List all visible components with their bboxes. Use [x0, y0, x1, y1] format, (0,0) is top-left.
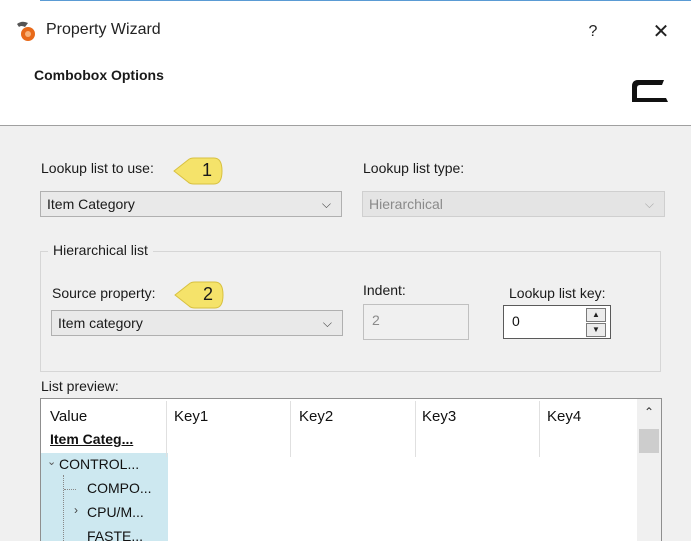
indent-field: 2	[363, 304, 469, 340]
column-header-key3[interactable]: Key3	[422, 408, 456, 425]
lookup-list-value: Item Category	[47, 196, 135, 212]
lookup-list-label: Lookup list to use:	[41, 160, 154, 176]
chevron-down-icon[interactable]: ⌄	[47, 455, 56, 468]
source-property-select[interactable]: Item category ⌵	[51, 310, 343, 336]
lookup-key-value: 0	[512, 313, 520, 329]
brand-logo-icon	[632, 80, 668, 102]
callout-2	[174, 281, 224, 309]
column-separator	[415, 401, 416, 457]
source-property-label: Source property:	[52, 285, 156, 301]
chevron-right-icon[interactable]: ›	[74, 503, 78, 517]
source-property-value: Item category	[58, 315, 143, 331]
hierarchical-group-label: Hierarchical list	[48, 242, 153, 258]
tree-guide-line	[64, 489, 76, 491]
column-separator	[166, 401, 167, 457]
chevron-down-icon: ⌵	[321, 197, 331, 211]
column-header-key4[interactable]: Key4	[547, 408, 581, 425]
indent-label: Indent:	[363, 282, 406, 298]
app-icon	[17, 21, 35, 41]
callout-1	[173, 157, 223, 185]
window-top-border	[40, 0, 691, 1]
lookup-list-select[interactable]: Item Category ⌵	[40, 191, 342, 217]
tree-item-cpu[interactable]: CPU/M...	[87, 504, 144, 520]
callout-2-number: 2	[203, 284, 214, 304]
chevron-down-icon: ⌵	[644, 197, 654, 211]
callout-1-number: 1	[202, 160, 213, 180]
chevron-down-icon: ⌵	[322, 316, 332, 330]
chevron-up-icon[interactable]: ⌃	[640, 405, 658, 419]
lookup-type-value: Hierarchical	[369, 196, 443, 212]
column-header-key1[interactable]: Key1	[174, 408, 208, 425]
indent-value: 2	[372, 312, 380, 328]
stepper-down-icon[interactable]: ▼	[586, 323, 606, 337]
stepper-up-icon[interactable]: ▲	[586, 308, 606, 322]
window-title: Property Wizard	[46, 21, 161, 38]
help-button[interactable]: ?	[580, 18, 606, 46]
close-button[interactable]: ✕	[646, 18, 676, 46]
column-header-key2[interactable]: Key2	[299, 408, 333, 425]
list-preview-label: List preview:	[41, 378, 119, 394]
tree-item-root[interactable]: Item Categ...	[50, 431, 133, 447]
column-separator	[290, 401, 291, 457]
page-title: Combobox Options	[34, 67, 164, 83]
tree-guide-line	[63, 475, 65, 541]
tree-item-faste[interactable]: FASTE...	[87, 528, 143, 541]
list-preview[interactable]: Value Key1 Key2 Key3 Key4 Item Categ... …	[40, 398, 662, 541]
lookup-key-stepper[interactable]: 0 ▲ ▼	[503, 305, 611, 339]
tree-item-control[interactable]: CONTROL...	[59, 456, 139, 472]
column-separator	[539, 401, 540, 457]
lookup-key-label: Lookup list key:	[509, 285, 606, 301]
column-header-value[interactable]: Value	[50, 408, 87, 425]
scrollbar-thumb[interactable]	[639, 429, 659, 453]
tree-item-compo[interactable]: COMPO...	[87, 480, 152, 496]
vertical-scrollbar[interactable]: ⌃	[637, 399, 661, 541]
lookup-type-select: Hierarchical ⌵	[362, 191, 665, 217]
lookup-type-label: Lookup list type:	[363, 160, 465, 176]
